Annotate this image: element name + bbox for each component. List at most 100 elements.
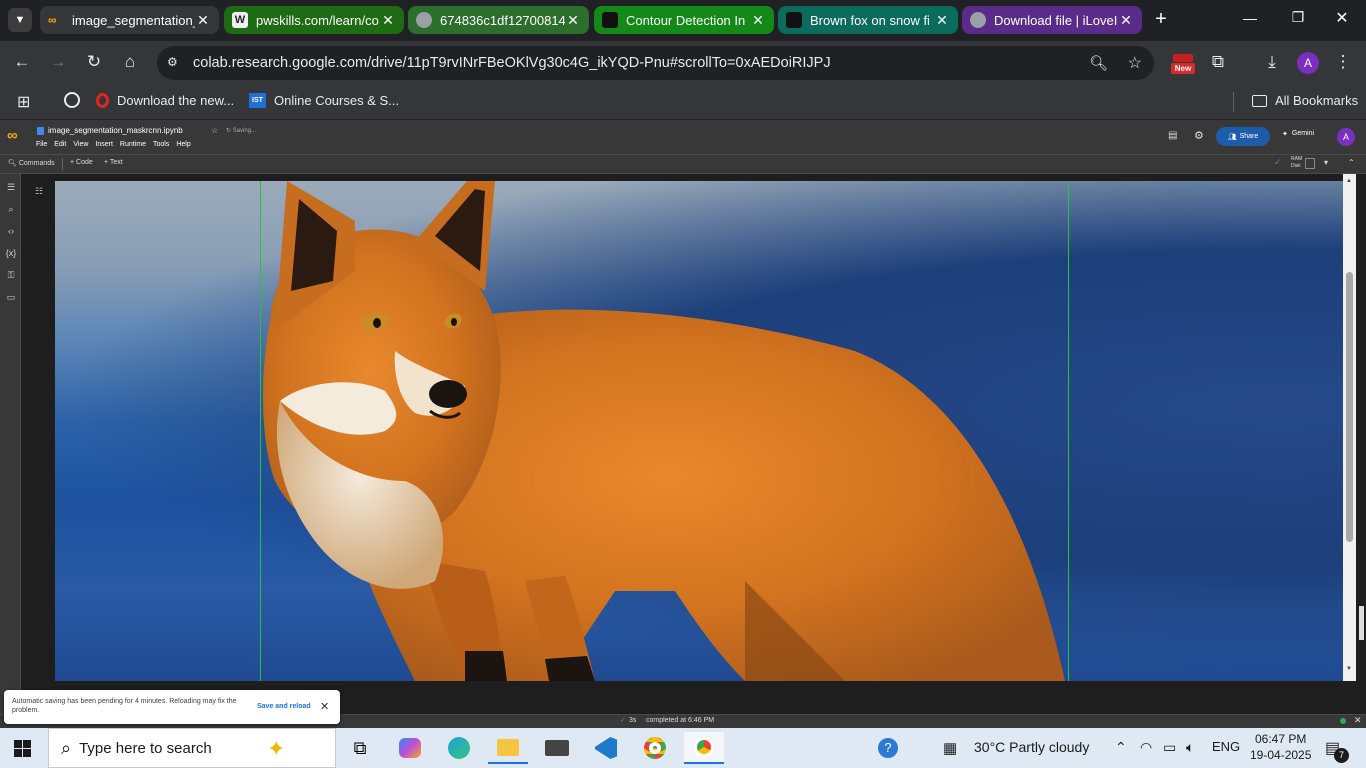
browser-menu-icon[interactable]: ⋮ (1329, 52, 1357, 72)
windows-start-icon[interactable] (14, 740, 32, 758)
tray-chevron-icon[interactable]: ⌃ (1115, 739, 1127, 756)
menu-help[interactable]: Help (176, 141, 190, 148)
restore-window-button[interactable]: ❐ (1286, 9, 1310, 26)
scroll-up-icon[interactable]: ▲ (1346, 178, 1352, 184)
close-toast-icon[interactable]: ✕ (320, 700, 329, 713)
commands-button[interactable]: 🔍︎ Commands (8, 159, 55, 167)
forward-icon[interactable]: → (44, 52, 72, 72)
share-button[interactable]: 👥︎ Share (1216, 127, 1270, 146)
scrollbar-thumb[interactable] (1346, 272, 1353, 542)
search-icon: ⌕ (61, 737, 72, 758)
table-of-contents-icon[interactable]: ☰ (4, 182, 18, 193)
close-tab-icon[interactable]: ✕ (934, 12, 950, 29)
new-tab-button[interactable]: + (1150, 8, 1172, 32)
notebook-scrollbar-thumb[interactable] (1359, 606, 1364, 640)
back-icon[interactable]: ← (8, 52, 36, 72)
volume-icon[interactable]: 🔈︎ (1186, 739, 1194, 756)
profile-avatar[interactable]: A (1297, 52, 1319, 74)
vscode-icon[interactable] (586, 732, 626, 764)
colab-avatar[interactable]: A (1337, 128, 1355, 146)
network-icon[interactable]: ◠ (1140, 739, 1152, 756)
star-icon[interactable]: ☆ (211, 126, 218, 135)
close-tab-icon[interactable]: ✕ (565, 12, 581, 29)
menu-file[interactable]: File (36, 141, 47, 148)
close-tab-icon[interactable]: ✕ (195, 12, 211, 29)
variables-icon[interactable]: {x} (4, 248, 18, 258)
settings-gear-icon[interactable]: ⚙ (1194, 129, 1204, 142)
new-feature-icon[interactable]: New (1171, 54, 1195, 76)
code-snippets-icon[interactable]: ‹› (4, 226, 18, 236)
close-tab-icon[interactable]: ✕ (750, 12, 766, 29)
menu-tools[interactable]: Tools (153, 141, 169, 148)
menu-runtime[interactable]: Runtime (120, 141, 146, 148)
tab-download-file[interactable]: Download file | iLoveI ✕ (962, 6, 1142, 34)
comments-icon[interactable]: ▤ (1168, 130, 1177, 141)
weather-text[interactable]: 30°C Partly cloudy (974, 739, 1089, 755)
minimize-window-button[interactable]: — (1238, 10, 1262, 26)
close-window-button[interactable]: ✕ (1330, 8, 1354, 28)
all-bookmarks-button[interactable]: All Bookmarks (1252, 93, 1358, 108)
extensions-icon[interactable]: ⧉ (1204, 52, 1232, 72)
reload-icon[interactable]: ↻ (80, 52, 108, 72)
task-view-icon[interactable]: ⧉ (340, 732, 380, 764)
close-tab-icon[interactable]: ✕ (380, 12, 396, 29)
tab-title: 674836c1df12700814 (440, 12, 565, 28)
site-info-icon[interactable]: ⚙ (167, 55, 183, 71)
notebook-name[interactable]: image_segmentation_maskrcnn.ipynb (48, 126, 183, 135)
tab-colab[interactable]: ∞ image_segmentation_ ✕ (40, 6, 219, 34)
collapse-header-icon[interactable]: ⌃ (1348, 158, 1355, 167)
tab-pwskills[interactable]: W pwskills.com/learn/co ✕ (224, 6, 404, 34)
menu-edit[interactable]: Edit (54, 141, 66, 148)
apps-grid-icon[interactable]: ⊞ (17, 92, 30, 112)
menu-insert[interactable]: Insert (95, 141, 113, 148)
files-folder-icon[interactable]: ▭ (4, 292, 18, 303)
save-and-reload-button[interactable]: Save and reload (257, 703, 311, 710)
chrome-active-icon[interactable] (684, 732, 724, 764)
colab-logo-icon[interactable]: ∞ (7, 127, 18, 144)
find-replace-icon[interactable]: ⌕ (4, 204, 18, 215)
tab-contour-detection[interactable]: Contour Detection In ✕ (594, 6, 774, 34)
tab-brown-fox[interactable]: Brown fox on snow fi ✕ (778, 6, 958, 34)
globe-icon (970, 12, 986, 28)
tab-674836[interactable]: 674836c1df12700814 ✕ (408, 6, 589, 34)
edge-icon[interactable] (439, 732, 479, 764)
secrets-key-icon[interactable]: ⚿ (4, 270, 18, 281)
clock[interactable]: 06:47 PM 19-04-2025 (1250, 731, 1311, 763)
bookmark-label: Download the new... (117, 93, 235, 108)
bookmark-item-online-courses[interactable]: IST Online Courses & S... (249, 93, 399, 108)
taskbar-search-box[interactable]: ⌕ Type here to search ✦ (48, 728, 336, 768)
people-icon: 👥︎ (1227, 133, 1237, 141)
notebook-cell-output[interactable]: ☷ ▲ ▼ (21, 174, 1366, 714)
resources-indicator[interactable]: RAM Disk (1291, 156, 1302, 170)
colab-left-sidebar: ☰ ⌕ ‹› {x} ⚿ ▭ (0, 174, 21, 714)
help-icon[interactable]: ? (868, 732, 908, 764)
add-code-button[interactable]: + Code (70, 159, 93, 166)
home-icon[interactable]: ⌂ (116, 52, 144, 72)
file-explorer-icon[interactable] (488, 732, 528, 764)
close-status-icon[interactable]: ✕ (1354, 715, 1362, 726)
toast-message: Automatic saving has been pending for 4 … (12, 698, 237, 714)
scroll-down-icon[interactable]: ▼ (1346, 666, 1352, 672)
copilot-icon[interactable] (390, 732, 430, 764)
output-scrollbar[interactable]: ▲ ▼ (1343, 174, 1356, 681)
learnopencv-icon (602, 12, 618, 28)
zoom-icon[interactable]: 🔍︎ (1089, 54, 1108, 72)
chrome-icon[interactable] (635, 732, 675, 764)
address-bar[interactable]: ⚙ colab.research.google.com/drive/11pT9r… (157, 46, 1154, 80)
battery-icon[interactable]: ▭ (1163, 739, 1176, 756)
close-tab-icon[interactable]: ✕ (1118, 12, 1134, 29)
download-icon[interactable]: ⤓ (1258, 52, 1286, 72)
bookmark-star-icon[interactable]: ☆ (1128, 53, 1142, 73)
connect-dropdown-icon[interactable]: ▾ (1324, 158, 1328, 167)
menu-view[interactable]: View (73, 141, 88, 148)
weather-icon[interactable]: ▦ (943, 739, 957, 757)
commands-label: Commands (18, 160, 55, 167)
tab-search-button[interactable]: ▼ (8, 8, 32, 32)
globe-icon[interactable] (64, 92, 80, 108)
mail-icon[interactable] (537, 732, 577, 764)
bookmark-item-opera[interactable]: Download the new... (96, 93, 234, 108)
output-options-icon[interactable]: ☷ (35, 186, 43, 197)
language-indicator[interactable]: ENG (1212, 739, 1240, 754)
gemini-button[interactable]: ✦ Gemini (1282, 130, 1314, 138)
add-text-button[interactable]: + Text (104, 159, 123, 166)
